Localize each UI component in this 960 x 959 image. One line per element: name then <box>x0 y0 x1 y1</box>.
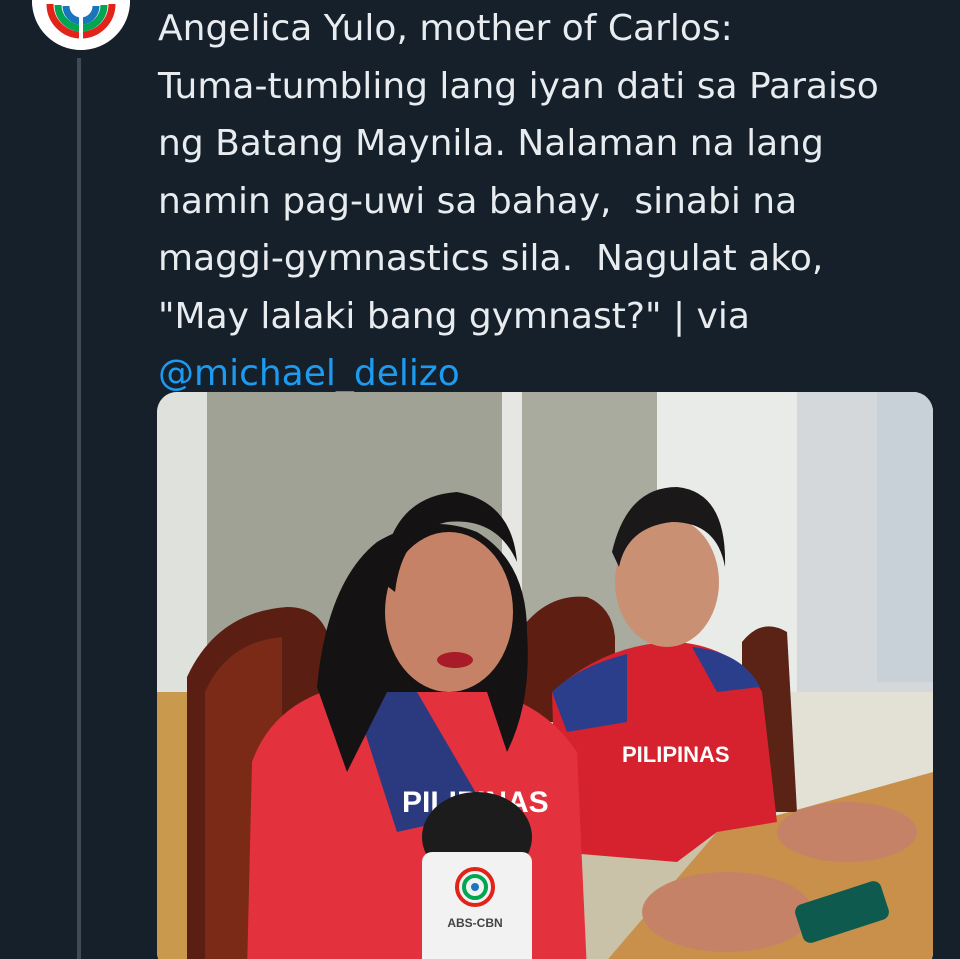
photo-illustration: PILIPINAS PILIPINAS ABS-CBN <box>157 392 933 959</box>
tweet-line: Tuma-tumbling lang iyan dati sa Paraiso <box>158 65 879 107</box>
tweet-line: namin pag-uwi sa bahay, sinabi na <box>158 180 798 222</box>
tweet-line: ng Batang Maynila. Nalaman na lang <box>158 123 824 164</box>
thread-line <box>77 58 81 959</box>
tweet-photo[interactable]: PILIPINAS PILIPINAS ABS-CBN <box>157 392 933 959</box>
tweet-text: Angelica Yulo, mother of Carlos: Tuma-tu… <box>158 0 938 403</box>
tweet-line: "May lalaki bang gymnast?" | via <box>158 295 750 337</box>
tweet-page: Angelica Yulo, mother of Carlos: Tuma-tu… <box>0 0 960 959</box>
shirt-text-right: PILIPINAS <box>622 742 730 767</box>
tweet-line: Angelica Yulo, mother of Carlos: <box>158 8 733 49</box>
abs-cbn-logo-icon <box>32 0 130 50</box>
tweet-line: maggi-gymnastics sila. Nagulat ako, <box>158 238 824 279</box>
microphone-logo-text: ABS-CBN <box>447 916 502 930</box>
author-avatar[interactable] <box>32 0 130 50</box>
